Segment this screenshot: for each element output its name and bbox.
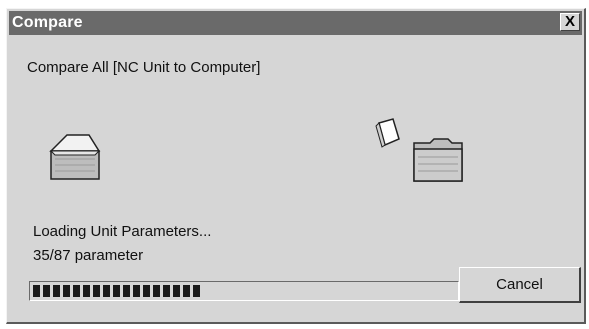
progress-count: 35/87 parameter xyxy=(33,247,144,264)
open-folder-icon xyxy=(49,134,101,180)
close-button[interactable]: X xyxy=(560,13,580,31)
document-icon xyxy=(375,118,400,148)
status-text: Loading Unit Parameters... xyxy=(33,223,212,240)
closed-folder-icon xyxy=(413,138,463,182)
progress-bar-fill xyxy=(33,285,203,297)
operation-heading: Compare All [NC Unit to Computer] xyxy=(27,59,261,76)
progress-bar xyxy=(29,281,459,301)
dialog-title: Compare xyxy=(12,14,83,31)
cancel-button[interactable]: Cancel xyxy=(459,267,581,303)
compare-dialog: Compare X Compare All [NC Unit to Comput… xyxy=(6,8,586,324)
title-bar[interactable]: Compare X xyxy=(9,11,582,35)
